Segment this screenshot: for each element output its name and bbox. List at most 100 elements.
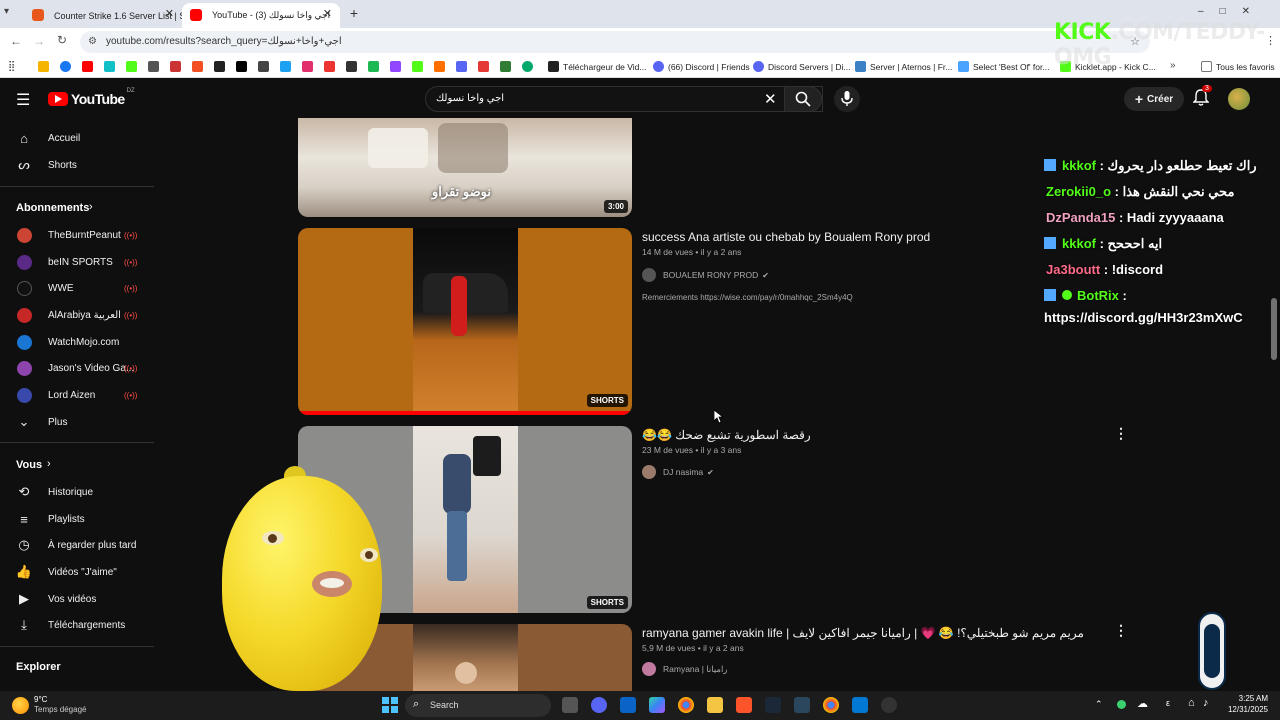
channel-link[interactable]: Ramyana | راميانا [642, 662, 727, 676]
apps-grid-icon[interactable]: ⣿ [8, 61, 15, 72]
bookmark-icon[interactable] [104, 61, 115, 72]
user-avatar[interactable] [1228, 88, 1250, 110]
sidebar-item-watch-later[interactable]: ◷ À regarder plus tard [0, 533, 154, 557]
sidebar-channel[interactable]: Jason's Video Ga... ((•)) [0, 356, 154, 380]
youtube-icon[interactable] [82, 61, 93, 72]
sidebar-item-liked[interactable]: 👍 Vidéos "J'aime" [0, 560, 154, 584]
new-tab-button[interactable]: + [346, 5, 362, 21]
bookmark-icon[interactable] [324, 61, 335, 72]
sidebar-channel[interactable]: AlArabiya العربية ((•)) [0, 303, 154, 327]
video-thumbnail[interactable]: SHORTS [298, 228, 632, 415]
sidebar-item-shorts[interactable]: ᔕ Shorts [0, 153, 154, 177]
bookmark-video-downloader[interactable]: Téléchargeur de Vid... [548, 61, 646, 72]
tab-youtube[interactable]: YouTube - اجي واخا نسولك (3) ✕ [182, 3, 340, 28]
address-bar[interactable]: ⚙ youtube.com/results?search_query=اجي+و… [80, 31, 1150, 53]
tab-search-icon[interactable]: ▾ [4, 6, 18, 20]
copilot-icon[interactable] [649, 697, 665, 713]
subscriptions-header[interactable]: Abonnements › [0, 196, 154, 220]
window-controls[interactable]: –□✕ [1198, 6, 1266, 17]
bookmark-icon[interactable] [170, 61, 181, 72]
steam-icon[interactable] [794, 697, 810, 713]
sidebar-channel[interactable]: WWE ((•)) [0, 276, 154, 300]
bookmark-icon[interactable] [280, 61, 291, 72]
task-view-icon[interactable] [562, 697, 578, 713]
bookmark-icon[interactable] [500, 61, 511, 72]
bookmark-aternos[interactable]: Server | Aternos | Fr... [855, 61, 952, 72]
mail-icon[interactable] [620, 697, 636, 713]
weather-icon[interactable] [12, 697, 29, 714]
video-title[interactable]: ramyana gamer avakin life | مريم مريم شو… [642, 626, 1084, 640]
channel-link[interactable]: DJ nasima ✔ [642, 465, 714, 479]
back-icon[interactable]: ← [10, 34, 22, 48]
tiktok-icon[interactable] [236, 61, 247, 72]
bookmark-icon[interactable] [214, 61, 225, 72]
hamburger-menu-icon[interactable]: ☰ [16, 90, 30, 110]
voice-search-button[interactable] [834, 86, 860, 112]
chevron-up-icon[interactable]: ⌃ [1095, 699, 1103, 710]
forward-icon[interactable]: → [33, 34, 45, 48]
bookmark-icon[interactable] [434, 61, 445, 72]
sidebar-item-more[interactable]: ⌄ Plus [0, 410, 154, 434]
facebook-icon[interactable] [60, 61, 71, 72]
bookmark-icon[interactable] [522, 61, 533, 72]
close-tab-icon[interactable]: ✕ [323, 7, 332, 20]
sidebar-channel[interactable]: WatchMojo.com [0, 330, 154, 354]
instagram-icon[interactable] [302, 61, 313, 72]
sidebar-channel[interactable]: Lord Aizen ((•)) [0, 383, 154, 407]
more-actions-icon[interactable]: ⋮ [1114, 622, 1128, 639]
sidebar-channel[interactable]: TheBurntPeanut ((•)) [0, 223, 154, 247]
bookmark-icon[interactable] [456, 61, 467, 72]
app-icon[interactable] [852, 697, 868, 713]
video-title[interactable]: success Ana artiste ou chebab by Boualem… [642, 230, 930, 244]
onedrive-icon[interactable]: ☁ [1137, 697, 1148, 710]
clear-search-icon[interactable]: ✕ [764, 90, 777, 108]
bookmark-best-of[interactable]: Select 'Best Of' for... [958, 61, 1049, 72]
you-header[interactable]: Vous › [0, 453, 154, 477]
kick-icon[interactable] [412, 61, 423, 72]
notifications-button[interactable]: 3 [1192, 85, 1212, 112]
page-scrollbar[interactable] [1271, 298, 1277, 360]
bookmark-icon[interactable] [148, 61, 159, 72]
bookmark-icon[interactable] [368, 61, 379, 72]
create-button[interactable]: + Créer [1124, 87, 1184, 111]
reload-icon[interactable]: ↻ [57, 33, 67, 47]
more-actions-icon[interactable]: ⋮ [1114, 425, 1128, 442]
twitch-icon[interactable] [390, 61, 401, 72]
video-title[interactable]: 😂😂 رقصة اسطورية تشبع ضحك [642, 428, 811, 442]
file-explorer-icon[interactable] [707, 697, 723, 713]
taskbar-search[interactable]: ⌕ Search [405, 694, 551, 717]
start-button[interactable] [382, 697, 398, 713]
volume-icon[interactable]: ♪ [1203, 697, 1209, 709]
sidebar-item-downloads[interactable]: ⤓ Téléchargements [0, 613, 154, 637]
obs-icon[interactable] [881, 697, 897, 713]
network-icon[interactable]: ⌂ [1188, 697, 1195, 709]
discord-icon[interactable] [591, 697, 607, 713]
clock-date[interactable]: 12/31/2025 [1220, 705, 1268, 714]
close-tab-icon[interactable]: ✕ [165, 7, 174, 20]
bookmark-icon[interactable] [258, 61, 269, 72]
search-input[interactable]: اجي واخا نسولك ✕ [425, 86, 823, 112]
sidebar-item-your-videos[interactable]: ▶ Vos vidéos [0, 587, 154, 611]
bookmark-discord-friends[interactable]: (66) Discord | Friends [653, 61, 750, 72]
bookmark-discord-servers[interactable]: Discord Servers | Di... [753, 61, 851, 72]
bookmark-icon[interactable] [38, 61, 49, 72]
kick-icon[interactable] [126, 61, 137, 72]
status-icon[interactable] [1117, 700, 1126, 709]
bookmark-icon[interactable] [346, 61, 357, 72]
chrome-icon[interactable] [678, 697, 694, 713]
bookmark-icon[interactable] [478, 61, 489, 72]
brave-icon[interactable] [736, 697, 752, 713]
clock-time[interactable]: 3:25 AM [1220, 694, 1268, 703]
sidebar-item-home[interactable]: ⌂ Accueil [0, 126, 154, 150]
sidebar-item-playlists[interactable]: ≡ Playlists [0, 507, 154, 531]
video-thumbnail[interactable]: نوضو تقراو 3:00 [298, 118, 632, 217]
language-indicator[interactable]: ε [1166, 698, 1170, 708]
steam-icon[interactable] [765, 697, 781, 713]
youtube-logo[interactable]: YouTube DZ [48, 88, 135, 107]
channel-link[interactable]: BOUALEM RONY PROD ✔ [642, 268, 769, 282]
tab-counter-strike[interactable]: Counter Strike 1.6 Server List | S ✕ [24, 3, 182, 28]
sidebar-channel[interactable]: beIN SPORTS ((•)) [0, 250, 154, 274]
chrome-icon[interactable] [823, 697, 839, 713]
microsoft-icon[interactable] [192, 61, 203, 72]
sidebar-item-history[interactable]: ⟲ Historique [0, 480, 154, 504]
